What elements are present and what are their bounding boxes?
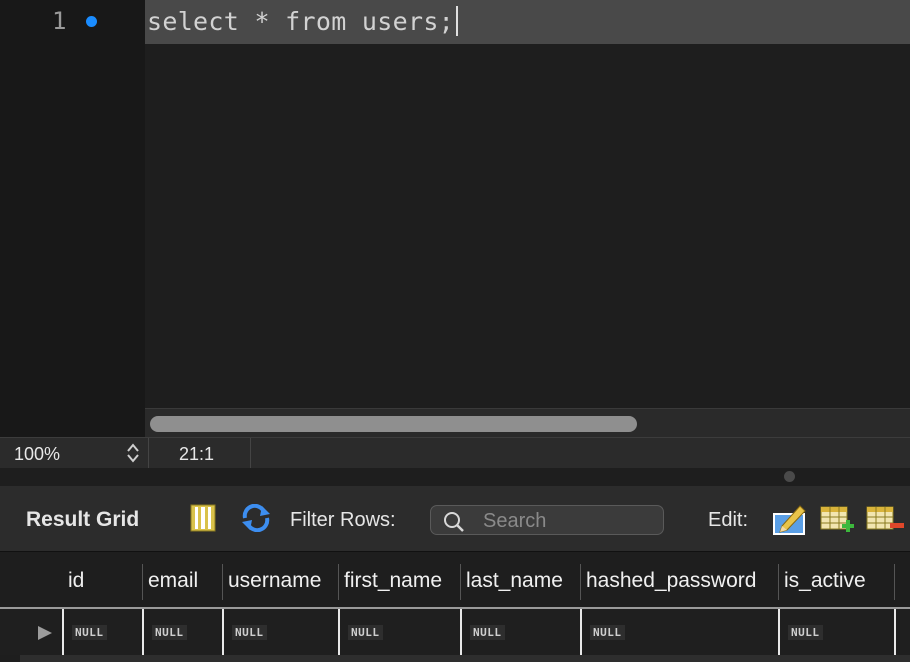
statement-marker-icon xyxy=(86,16,97,27)
zoom-level[interactable]: 100% xyxy=(14,444,60,465)
grid-header: id email username first_name last_name h… xyxy=(0,552,910,609)
filter-rows-label: Filter Rows: xyxy=(290,509,396,531)
form-editor-icon[interactable] xyxy=(190,504,216,537)
cell-first-name[interactable]: NULL xyxy=(348,625,383,640)
edit-row-icon[interactable] xyxy=(772,502,808,541)
editor-status-bar: 100% 21:1 xyxy=(0,437,910,469)
column-header-first-name[interactable]: first_name xyxy=(344,569,442,593)
column-header-last-name[interactable]: last_name xyxy=(466,569,563,593)
zoom-stepper[interactable] xyxy=(124,442,142,464)
horizontal-scrollbar[interactable] xyxy=(145,408,910,437)
current-line-highlight: select * from users; xyxy=(145,0,910,44)
column-separator[interactable] xyxy=(338,564,339,600)
column-separator[interactable] xyxy=(460,564,461,600)
cursor-position: 21:1 xyxy=(179,444,215,464)
splitter-handle[interactable] xyxy=(784,471,795,482)
current-row-arrow-icon xyxy=(38,626,52,640)
cell-email[interactable]: NULL xyxy=(152,625,187,640)
code-area[interactable]: select * from users; xyxy=(145,0,910,408)
column-header-hashed-password[interactable]: hashed_password xyxy=(586,569,756,593)
scrollbar-thumb[interactable] xyxy=(150,416,637,432)
column-header-username[interactable]: username xyxy=(228,569,321,593)
refresh-icon[interactable] xyxy=(240,503,272,537)
sql-editor[interactable]: 1 select * from users; xyxy=(0,0,910,437)
cell-is-active[interactable]: NULL xyxy=(788,625,823,640)
cell-last-name[interactable]: NULL xyxy=(470,625,505,640)
column-separator[interactable] xyxy=(778,564,779,600)
result-grid-label[interactable]: Result Grid xyxy=(26,508,139,532)
column-header-email[interactable]: email xyxy=(148,569,198,593)
cell-username[interactable]: NULL xyxy=(232,625,267,640)
stepper-icon xyxy=(127,443,139,463)
text-caret xyxy=(456,6,459,36)
column-separator[interactable] xyxy=(580,564,581,600)
search-input[interactable] xyxy=(481,509,660,533)
search-icon xyxy=(443,511,465,538)
table-row[interactable]: NULL NULL NULL NULL NULL NULL NULL xyxy=(0,609,910,655)
delete-row-icon[interactable] xyxy=(866,504,906,539)
column-separator[interactable] xyxy=(222,564,223,600)
cell-id[interactable]: NULL xyxy=(72,625,107,640)
cell-hashed-password[interactable]: NULL xyxy=(590,625,625,640)
line-gutter: 1 xyxy=(0,0,145,408)
add-row-icon[interactable] xyxy=(820,504,856,539)
column-header-id[interactable]: id xyxy=(68,569,84,593)
code-text: select * from users; xyxy=(147,7,455,36)
new-row-placeholder[interactable] xyxy=(20,655,910,662)
column-separator[interactable] xyxy=(142,564,143,600)
status-divider xyxy=(148,438,149,469)
status-divider xyxy=(250,438,251,469)
column-header-is-active[interactable]: is_active xyxy=(784,569,866,593)
code-line-1[interactable]: select * from users; xyxy=(147,6,459,36)
search-field[interactable] xyxy=(430,505,664,535)
edit-label: Edit: xyxy=(708,509,749,531)
result-toolbar: Result Grid Filter Rows: Edit: xyxy=(0,486,910,552)
column-separator[interactable] xyxy=(894,564,895,600)
line-number: 1 xyxy=(52,7,67,35)
panel-splitter[interactable] xyxy=(0,468,910,486)
result-grid[interactable]: id email username first_name last_name h… xyxy=(0,552,910,662)
